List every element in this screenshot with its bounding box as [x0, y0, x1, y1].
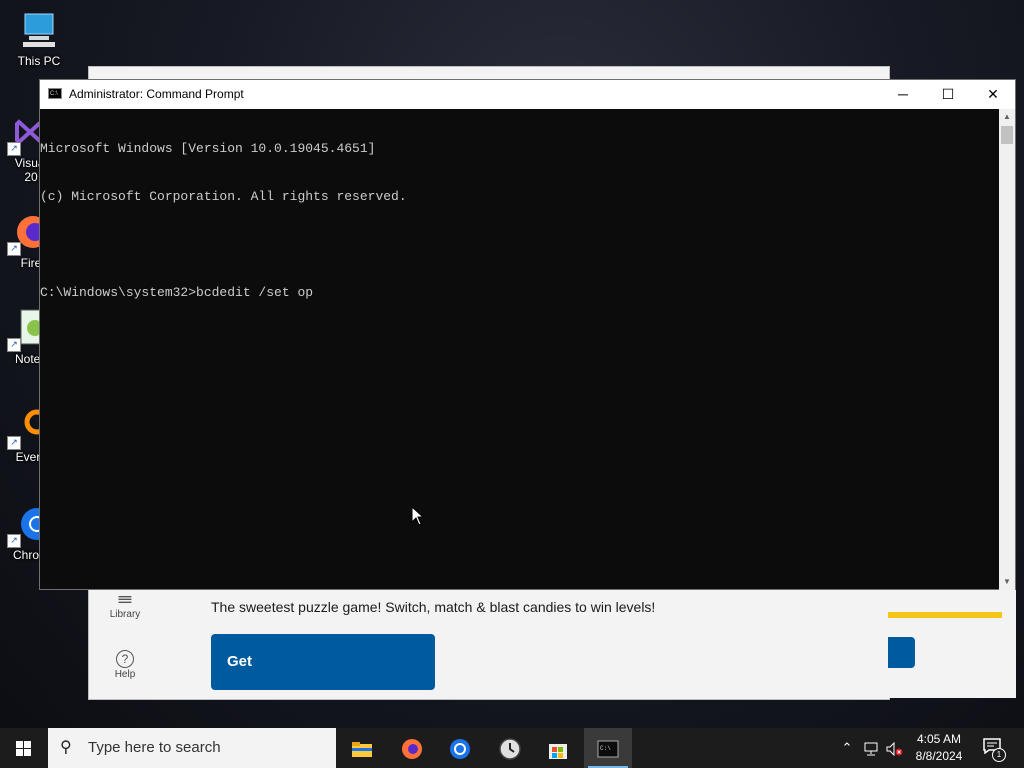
- clock-date: 8/8/2024: [915, 749, 963, 763]
- window-title: Administrator: Command Prompt: [69, 87, 244, 101]
- console-output[interactable]: Microsoft Windows [Version 10.0.19045.46…: [40, 109, 1000, 590]
- store-nav-help[interactable]: ? Help: [89, 645, 161, 680]
- taskbar-chrome[interactable]: [436, 728, 484, 768]
- svg-text:C:\: C:\: [600, 745, 611, 752]
- desktop-icon-this-pc[interactable]: This PC: [0, 10, 78, 68]
- shortcut-arrow-icon: ↗: [7, 436, 21, 450]
- close-button[interactable]: ✕: [970, 80, 1016, 109]
- terminal-icon: C:\: [48, 88, 62, 99]
- volume-muted-icon[interactable]: [884, 728, 906, 768]
- start-button[interactable]: [0, 728, 48, 768]
- console-line: Microsoft Windows [Version 10.0.19045.46…: [40, 141, 376, 156]
- search-icon: ⚲: [60, 739, 72, 756]
- notification-badge: 1: [992, 748, 1006, 762]
- shortcut-arrow-icon: ↗: [7, 534, 21, 548]
- taskbar-search-box[interactable]: ⚲ Type here to search: [48, 728, 336, 768]
- network-icon[interactable]: [860, 728, 882, 768]
- command-prompt-window[interactable]: C:\ Administrator: Command Prompt ─ ☐ ✕ …: [39, 79, 1016, 590]
- desktop-icon-label: This PC: [17, 54, 61, 68]
- store-window-right-edge: [888, 590, 1016, 698]
- windows-logo-icon: [16, 741, 32, 757]
- help-icon: ?: [89, 645, 161, 669]
- folder-icon: [352, 742, 372, 758]
- taskbar-microsoft-store[interactable]: [534, 728, 582, 768]
- shortcut-arrow-icon: ↗: [7, 242, 21, 256]
- promo-bar: [888, 612, 1002, 618]
- scroll-up-arrow-icon[interactable]: ▲: [999, 109, 1015, 125]
- taskbar-file-explorer[interactable]: [338, 728, 386, 768]
- action-center-button[interactable]: 1: [982, 738, 1006, 762]
- show-hidden-icons-chevron-icon[interactable]: ⌃: [838, 728, 856, 768]
- app-tagline: The sweetest puzzle game! Switch, match …: [211, 599, 656, 615]
- search-placeholder: Type here to search: [88, 739, 221, 756]
- system-clock[interactable]: 4:05 AM 8/8/2024: [908, 731, 970, 765]
- clock-time: 4:05 AM: [916, 732, 962, 746]
- store-icon: [549, 744, 567, 760]
- minimize-button[interactable]: ─: [880, 80, 926, 109]
- scroll-down-arrow-icon[interactable]: ▼: [999, 574, 1015, 590]
- taskbar-clock-app[interactable]: [486, 728, 534, 768]
- taskbar: ⚲ Type here to search C:\ ⌃ 4:05 AM 8/8/…: [0, 728, 1024, 768]
- terminal-icon: C:\: [597, 740, 619, 758]
- console-input-line[interactable]: C:\Windows\system32>bcdedit /set op: [40, 285, 1000, 301]
- shortcut-arrow-icon: ↗: [7, 142, 21, 156]
- chrome-icon: [450, 739, 470, 760]
- taskbar-command-prompt[interactable]: C:\: [584, 728, 632, 768]
- vertical-scrollbar[interactable]: ▲ ▼: [999, 109, 1015, 590]
- store-nav-library[interactable]: 𝍢 Library: [89, 585, 161, 620]
- install-button-partial[interactable]: [888, 637, 915, 668]
- computer-icon: [19, 10, 59, 50]
- firefox-icon: [402, 739, 422, 760]
- store-nav-label: Help: [114, 669, 136, 680]
- console-line: (c) Microsoft Corporation. All rights re…: [40, 189, 407, 204]
- scroll-thumb[interactable]: [1001, 126, 1013, 144]
- taskbar-firefox[interactable]: [388, 728, 436, 768]
- maximize-button[interactable]: ☐: [925, 80, 971, 109]
- clock-icon: [499, 738, 521, 760]
- shortcut-arrow-icon: ↗: [7, 338, 21, 352]
- store-nav-label: Library: [109, 609, 141, 620]
- title-bar[interactable]: C:\ Administrator: Command Prompt ─ ☐ ✕: [40, 80, 1015, 109]
- get-button[interactable]: Get: [211, 634, 435, 690]
